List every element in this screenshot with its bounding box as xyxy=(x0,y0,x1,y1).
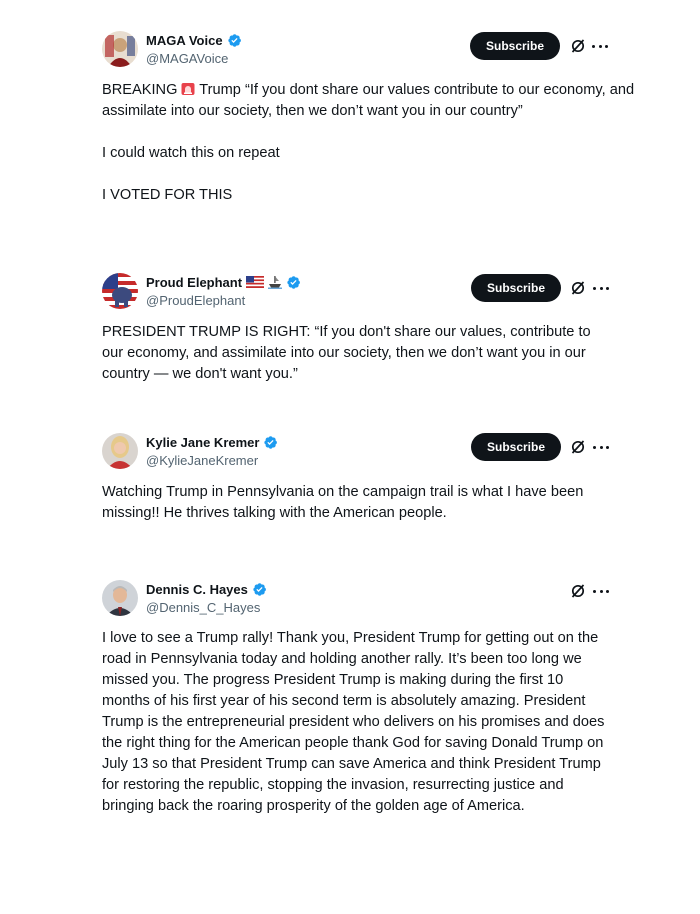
subscribe-button[interactable]: Subscribe xyxy=(470,32,560,60)
us-flag-icon xyxy=(246,276,265,288)
post-proud-elephant: Proud Elephant @ProudElephant Subscribe … xyxy=(0,270,700,400)
grok-icon[interactable] xyxy=(570,583,586,599)
post-text: I love to see a Trump rally! Thank you, … xyxy=(102,628,612,817)
verified-badge-icon xyxy=(263,435,278,450)
grok-icon[interactable] xyxy=(570,38,586,54)
verified-badge-icon xyxy=(227,33,242,48)
author-info: MAGA Voice @MAGAVoice xyxy=(146,30,242,66)
display-name[interactable]: MAGA Voice xyxy=(146,33,223,48)
post-text: Watching Trump in Pennsylvania on the ca… xyxy=(102,482,592,524)
post-text: PRESIDENT TRUMP IS RIGHT: “If you don't … xyxy=(102,322,612,385)
post-dennis-c-hayes: Dennis C. Hayes @Dennis_C_Hayes I love t… xyxy=(0,577,700,857)
post-text: BREAKING Trump “If you dont share our va… xyxy=(102,80,642,206)
more-icon[interactable] xyxy=(593,280,609,296)
ship-icon xyxy=(268,275,283,289)
verified-badge-icon xyxy=(286,275,301,290)
post-text-line: Watching Trump in Pennsylvania on the ca… xyxy=(102,484,584,521)
avatar[interactable] xyxy=(102,31,138,67)
handle[interactable]: @KylieJaneKremer xyxy=(146,453,278,468)
more-icon[interactable] xyxy=(592,38,608,54)
author-info: Dennis C. Hayes @Dennis_C_Hayes xyxy=(146,579,267,615)
verified-badge-icon xyxy=(252,582,267,597)
siren-emoji-icon xyxy=(181,82,195,96)
post-maga-voice: MAGA Voice @MAGAVoice Subscribe BREAKING… xyxy=(0,28,700,238)
author-info: Kylie Jane Kremer @KylieJaneKremer xyxy=(146,432,278,468)
post-text-line: I love to see a Trump rally! Thank you, … xyxy=(102,630,605,814)
handle[interactable]: @ProudElephant xyxy=(146,293,301,308)
display-name[interactable]: Kylie Jane Kremer xyxy=(146,435,259,450)
post-text-line: PRESIDENT TRUMP IS RIGHT: “If you don't … xyxy=(102,324,591,382)
author-info: Proud Elephant @ProudElephant xyxy=(146,272,301,308)
display-name[interactable]: Proud Elephant xyxy=(146,275,242,290)
display-name[interactable]: Dennis C. Hayes xyxy=(146,582,248,597)
more-icon[interactable] xyxy=(593,583,609,599)
grok-icon[interactable] xyxy=(570,439,586,455)
handle[interactable]: @Dennis_C_Hayes xyxy=(146,600,267,615)
post-text-line: BREAKING Trump “If you dont share our va… xyxy=(102,82,635,119)
avatar[interactable] xyxy=(102,433,138,469)
subscribe-button[interactable]: Subscribe xyxy=(471,433,561,461)
subscribe-button[interactable]: Subscribe xyxy=(471,274,561,302)
post-text-line: I could watch this on repeat xyxy=(102,145,280,161)
more-icon[interactable] xyxy=(593,439,609,455)
avatar[interactable] xyxy=(102,273,138,309)
avatar[interactable] xyxy=(102,580,138,616)
grok-icon[interactable] xyxy=(570,280,586,296)
post-text-line: I VOTED FOR THIS xyxy=(102,187,233,203)
handle[interactable]: @MAGAVoice xyxy=(146,51,242,66)
post-kylie-jane-kremer: Kylie Jane Kremer @KylieJaneKremer Subsc… xyxy=(0,430,700,530)
